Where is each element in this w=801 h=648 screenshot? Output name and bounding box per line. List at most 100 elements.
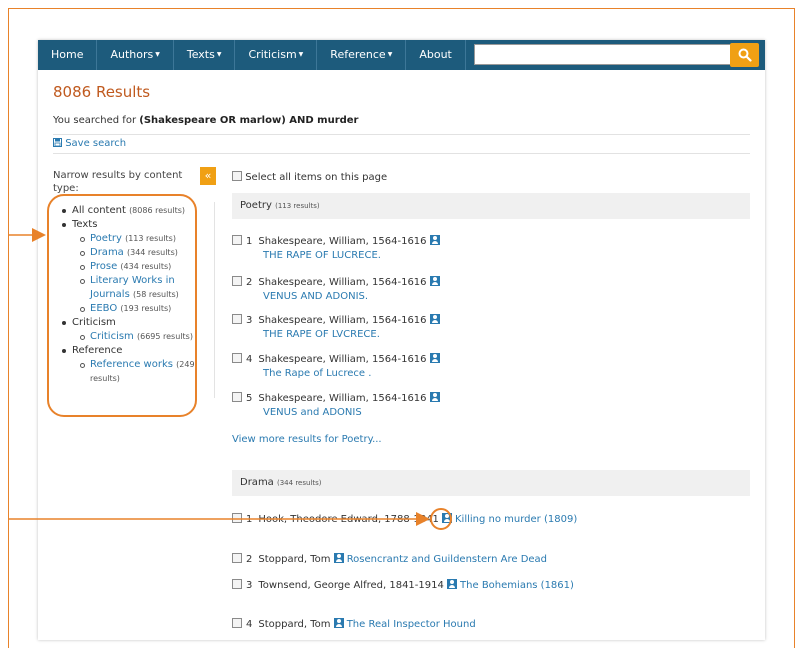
- result-checkbox[interactable]: [232, 392, 242, 402]
- person-icon[interactable]: [446, 579, 457, 589]
- facet-count: (434 results): [120, 262, 172, 271]
- facet-link[interactable]: Prose: [90, 261, 117, 272]
- result-title-link[interactable]: THE RAPE OF LUCRECE.: [263, 249, 440, 263]
- person-icon[interactable]: [429, 276, 440, 286]
- result-checkbox[interactable]: [232, 513, 242, 523]
- group-header-drama: Drama (344 results): [232, 470, 750, 496]
- facet-criticism[interactable]: Criticism (6695 results): [60, 330, 215, 344]
- facet-label: Criticism: [72, 317, 116, 328]
- facet-link[interactable]: Drama: [90, 247, 124, 258]
- double-chevron-left-icon: «: [204, 169, 212, 182]
- result-author: Hook, Theodore Edward, 1788-1841: [258, 514, 439, 525]
- nav-authors-label: Authors: [110, 48, 154, 61]
- nav-authors[interactable]: Authors ▼: [97, 40, 174, 70]
- facet-eebo[interactable]: EEBO (193 results): [60, 302, 215, 316]
- narrow-results-label: Narrow results by content type:: [53, 170, 183, 194]
- nav-criticism[interactable]: Criticism ▼: [235, 40, 318, 70]
- nav-home-label: Home: [51, 48, 84, 61]
- result-title-link[interactable]: Rosencrantz and Guildenstern Are Dead: [347, 554, 547, 565]
- facet-reference-works[interactable]: Reference works (249 results): [60, 358, 215, 386]
- result-row: 2 Shakespeare, William, 1564-1616 VENUS A…: [232, 276, 440, 304]
- person-icon[interactable]: [429, 314, 440, 324]
- search-summary: You searched for (Shakespeare OR marlow)…: [53, 115, 359, 126]
- divider: [53, 153, 750, 154]
- facet-link[interactable]: EEBO: [90, 303, 117, 314]
- search-query: (Shakespeare OR marlow) AND murder: [139, 115, 359, 126]
- select-all[interactable]: Select all items on this page: [232, 171, 387, 183]
- result-number: 2: [246, 554, 253, 565]
- person-icon[interactable]: [429, 353, 440, 363]
- collapse-sidebar-button[interactable]: «: [200, 167, 216, 185]
- result-title-link[interactable]: VENUS AND ADONIS.: [263, 290, 440, 304]
- facet-label: Texts: [72, 219, 98, 230]
- facet-drama[interactable]: Drama (344 results): [60, 246, 215, 260]
- result-author: Shakespeare, William, 1564-1616: [258, 315, 427, 326]
- nav-home[interactable]: Home: [38, 40, 98, 70]
- facet-prose[interactable]: Prose (434 results): [60, 260, 215, 274]
- save-search-link[interactable]: Save search: [53, 138, 126, 149]
- nav-texts[interactable]: Texts ▼: [174, 40, 236, 70]
- save-icon: [53, 138, 62, 147]
- result-checkbox[interactable]: [232, 235, 242, 245]
- result-title-link[interactable]: The Rape of Lucrece .: [263, 367, 440, 381]
- result-row: 4 Shakespeare, William, 1564-1616 The Rap…: [232, 353, 440, 381]
- result-checkbox[interactable]: [232, 618, 242, 628]
- group-name: Drama: [240, 477, 274, 488]
- result-author: Stoppard, Tom: [258, 554, 331, 565]
- person-icon[interactable]: [333, 553, 344, 563]
- result-title-link[interactable]: Killing no murder (1809): [455, 514, 577, 525]
- view-more-poetry-link[interactable]: View more results for Poetry...: [232, 434, 382, 445]
- result-checkbox[interactable]: [232, 276, 242, 286]
- nav-about[interactable]: About: [406, 40, 466, 70]
- divider: [53, 134, 750, 135]
- result-number: 1: [246, 236, 253, 247]
- facet-reference-group: Reference: [60, 344, 215, 358]
- facet-literary-works[interactable]: Literary Works in Journals (58 results): [60, 274, 215, 302]
- facet-all-content[interactable]: All content (8086 results): [60, 204, 215, 218]
- result-title-link[interactable]: THE RAPE OF LVCRECE.: [263, 328, 440, 342]
- result-author: Stoppard, Tom: [258, 619, 331, 630]
- search-button[interactable]: [730, 43, 759, 67]
- group-count: (113 results): [275, 202, 320, 210]
- person-icon[interactable]: [441, 513, 452, 523]
- facet-poetry[interactable]: Poetry (113 results): [60, 232, 215, 246]
- person-icon[interactable]: [429, 392, 440, 402]
- top-navbar: Home Authors ▼ Texts ▼ Criticism ▼ Referenc…: [38, 40, 765, 70]
- person-icon[interactable]: [333, 618, 344, 628]
- result-author: Townsend, George Alfred, 1841-1914: [258, 580, 444, 591]
- group-count: (344 results): [277, 479, 322, 487]
- result-checkbox[interactable]: [232, 579, 242, 589]
- facet-criticism-group: Criticism: [60, 316, 215, 330]
- facet-count: (113 results): [125, 234, 176, 243]
- result-title-link[interactable]: The Bohemians (1861): [460, 580, 574, 591]
- result-number: 1: [246, 514, 253, 525]
- save-search-label: Save search: [65, 138, 127, 149]
- facet-count: (58 results): [132, 290, 179, 299]
- result-checkbox[interactable]: [232, 353, 242, 363]
- result-row: 3 Townsend, George Alfred, 1841-1914 The …: [232, 579, 574, 593]
- result-number: 5: [246, 393, 253, 404]
- search-summary-prefix: You searched for: [53, 115, 140, 126]
- result-title-link[interactable]: VENUS and ADONIS: [263, 406, 440, 420]
- result-row: 2 Stoppard, Tom Rosencrantz and Guildenst…: [232, 553, 547, 567]
- facet-link[interactable]: Poetry: [90, 233, 122, 244]
- caret-down-icon: ▼: [216, 51, 222, 58]
- page-content: Home Authors ▼ Texts ▼ Criticism ▼ Referenc…: [38, 40, 765, 640]
- caret-down-icon: ▼: [298, 51, 304, 58]
- caret-down-icon: ▼: [387, 51, 393, 58]
- select-all-checkbox[interactable]: [232, 171, 242, 181]
- facet-count: (193 results): [120, 304, 172, 313]
- person-icon[interactable]: [429, 235, 440, 245]
- nav-reference[interactable]: Reference ▼: [317, 40, 407, 70]
- facet-link[interactable]: Criticism: [90, 331, 134, 342]
- result-author: Shakespeare, William, 1564-1616: [258, 393, 427, 404]
- search-input[interactable]: [474, 44, 738, 65]
- result-number: 4: [246, 354, 253, 365]
- magnifier-icon: [738, 48, 752, 62]
- result-checkbox[interactable]: [232, 314, 242, 324]
- caret-down-icon: ▼: [155, 51, 160, 58]
- result-row: 1 Hook, Theodore Edward, 1788-1841 Killin…: [232, 513, 577, 527]
- facet-link[interactable]: Reference works: [90, 359, 173, 370]
- result-title-link[interactable]: The Real Inspector Hound: [347, 619, 476, 630]
- result-checkbox[interactable]: [232, 553, 242, 563]
